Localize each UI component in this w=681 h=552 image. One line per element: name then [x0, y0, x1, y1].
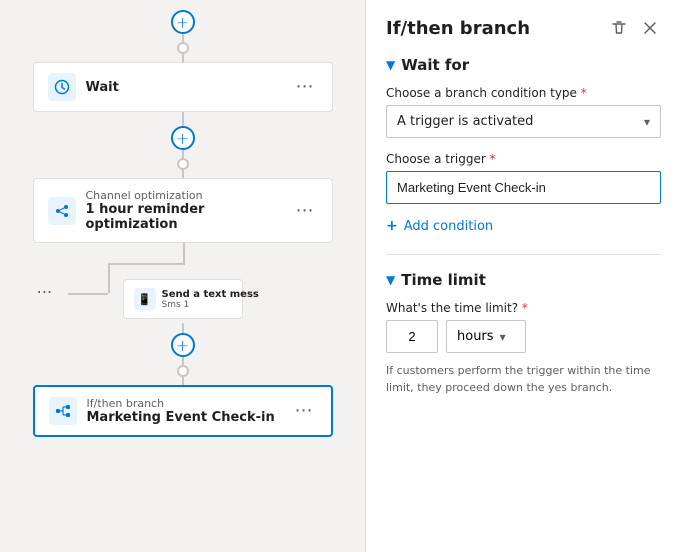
left-branch: ⋯ — [33, 253, 57, 301]
h-line-left2 — [68, 293, 108, 295]
delete-button[interactable] — [607, 16, 631, 40]
time-limit-help-text: If customers perform the trigger within … — [386, 363, 661, 396]
section-divider — [386, 254, 661, 255]
time-unit-select[interactable]: hours ▾ — [446, 320, 526, 353]
time-value-input[interactable] — [386, 320, 438, 353]
wait-card-content: Wait — [86, 80, 282, 95]
time-limit-row: hours ▾ — [386, 320, 661, 353]
trigger-input[interactable] — [386, 171, 661, 204]
branch-left-content: ⋯ — [33, 283, 57, 301]
branch-dots[interactable]: ⋯ — [33, 283, 57, 301]
connector — [182, 323, 184, 333]
send-text-title: Send a text mess — [162, 289, 259, 300]
connector — [182, 34, 184, 42]
connector-circle-2 — [177, 158, 189, 170]
add-step-button-top[interactable]: + — [171, 10, 195, 34]
condition-type-select[interactable]: A trigger is activated ▾ — [386, 105, 661, 138]
time-limit-chevron: ▼ — [386, 273, 395, 287]
channel-opt-menu[interactable]: ⋯ — [292, 200, 318, 222]
connector — [182, 54, 184, 62]
wait-icon — [48, 73, 76, 101]
channel-opt-label: Channel optimization — [86, 189, 282, 202]
channel-opt-title: 1 hour reminder optimization — [86, 202, 282, 232]
send-text-content: Send a text mess Sms 1 — [162, 289, 259, 310]
trigger-required-marker: * — [490, 152, 496, 166]
close-button[interactable] — [639, 17, 661, 39]
properties-panel: If/then branch ▼ Wait for Choose a branc… — [365, 0, 681, 552]
condition-required-marker: * — [581, 86, 587, 100]
time-limit-required-marker: * — [522, 301, 528, 315]
ifthen-branch-card[interactable]: If/then branch Marketing Event Check-in … — [33, 385, 333, 437]
connector — [182, 112, 184, 126]
send-text-card[interactable]: 📱 Send a text mess Sms 1 — [123, 279, 243, 319]
panel-title: If/then branch — [386, 18, 530, 39]
wait-for-section-header[interactable]: ▼ Wait for — [386, 56, 661, 74]
panel-header: If/then branch — [386, 16, 661, 40]
send-text-subtitle: Sms 1 — [162, 300, 259, 310]
time-unit-value: hours — [457, 329, 494, 344]
branch-connector: ⋯ 📱 Send a text mess Sms 1 — [33, 243, 333, 323]
wait-for-title: Wait for — [401, 56, 469, 74]
add-condition-button[interactable]: + Add condition — [386, 218, 661, 234]
send-text-icon: 📱 — [134, 288, 156, 310]
connector — [182, 377, 184, 385]
time-limit-title: Time limit — [401, 271, 486, 289]
h-line-left — [108, 263, 183, 265]
condition-type-chevron: ▾ — [644, 115, 650, 129]
channel-opt-card[interactable]: Channel optimization 1 hour reminder opt… — [33, 178, 333, 243]
trigger-label: Choose a trigger * — [386, 152, 661, 166]
connector-circle — [177, 42, 189, 54]
ifthen-card-label: If/then branch — [87, 397, 281, 410]
add-step-button-2[interactable]: + — [171, 126, 195, 150]
flow-canvas: + Wait ⋯ + — [0, 0, 365, 552]
time-unit-chevron: ▾ — [500, 330, 506, 344]
channel-opt-icon — [48, 197, 76, 225]
panel-actions — [607, 16, 661, 40]
time-limit-question-label: What's the time limit? * — [386, 301, 661, 315]
add-condition-label: Add condition — [404, 219, 493, 234]
condition-type-label: Choose a branch condition type * — [386, 86, 661, 100]
condition-type-value: A trigger is activated — [397, 114, 533, 129]
connector — [182, 170, 184, 178]
connector — [182, 150, 184, 158]
channel-opt-content: Channel optimization 1 hour reminder opt… — [86, 189, 282, 232]
v-line-left — [108, 263, 110, 293]
ifthen-card-content: If/then branch Marketing Event Check-in — [87, 397, 281, 425]
wait-for-chevron: ▼ — [386, 58, 395, 72]
add-step-button-3[interactable]: + — [171, 333, 195, 357]
ifthen-card-title: Marketing Event Check-in — [87, 410, 281, 425]
wait-card[interactable]: Wait ⋯ — [33, 62, 333, 112]
wait-card-title: Wait — [86, 80, 282, 95]
v-line-top — [183, 243, 185, 263]
center-dot — [183, 263, 185, 265]
ifthen-icon — [49, 397, 77, 425]
wait-for-section: ▼ Wait for Choose a branch condition typ… — [386, 56, 661, 234]
time-limit-section-header[interactable]: ▼ Time limit — [386, 271, 661, 289]
wait-card-menu[interactable]: ⋯ — [292, 76, 318, 98]
ifthen-card-menu[interactable]: ⋯ — [291, 400, 317, 422]
add-condition-plus-icon: + — [386, 218, 398, 234]
connector-circle-3 — [177, 365, 189, 377]
time-limit-section: ▼ Time limit What's the time limit? * ho… — [386, 271, 661, 396]
connector — [182, 357, 184, 365]
pre-ifthen-connector: + — [33, 323, 333, 385]
